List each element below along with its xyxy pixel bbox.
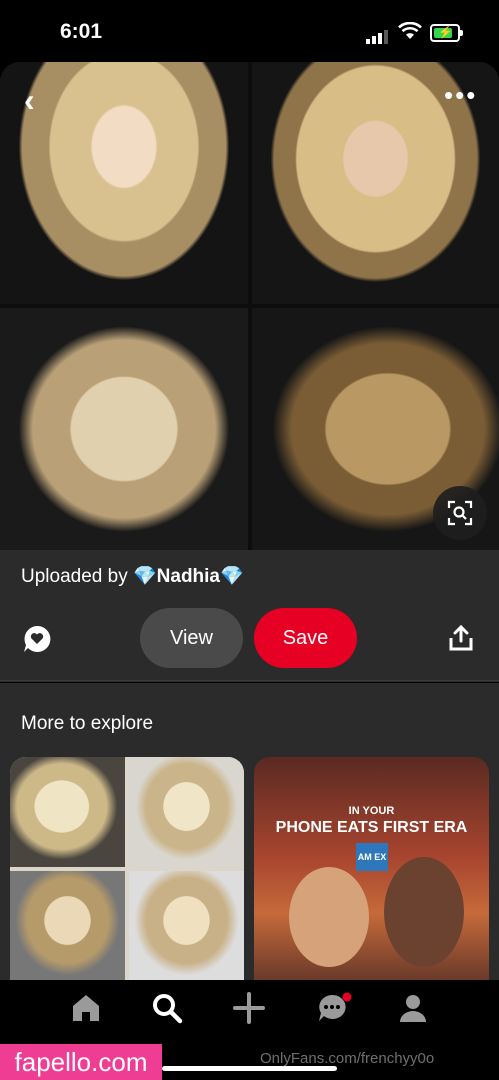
explore-section: More to explore IN YOUR PHONE EATS FIRST… xyxy=(0,683,499,980)
amex-logo: AM EX xyxy=(356,843,388,871)
messages-icon[interactable] xyxy=(316,992,352,1024)
search-icon[interactable] xyxy=(151,992,183,1024)
profile-icon[interactable] xyxy=(397,992,429,1024)
gem-emoji: 💎 xyxy=(132,566,157,587)
cellular-signal-icon xyxy=(366,26,390,44)
status-bar: 6:01 ⚡ xyxy=(0,0,499,62)
uploaded-by-label: Uploaded by xyxy=(21,566,128,587)
watermark-logo: fapello.com xyxy=(0,1044,162,1080)
uploader-name[interactable]: Nadhia xyxy=(157,566,220,587)
explore-pin-hair-collage[interactable] xyxy=(10,757,244,980)
gem-emoji: 💎 xyxy=(220,566,244,587)
explore-title: More to explore xyxy=(21,713,154,734)
hair-photo-3 xyxy=(0,308,248,550)
collage-photo xyxy=(10,757,125,867)
ad-small-text: IN YOUR xyxy=(348,805,395,817)
action-row: View Save xyxy=(0,608,499,672)
notification-dot xyxy=(342,992,352,1002)
save-button[interactable]: Save xyxy=(254,608,357,668)
watermark-text: OnlyFans.com/frenchyy0o xyxy=(260,1050,435,1067)
explore-pin-ad[interactable]: IN YOUR PHONE EATS FIRST ERA AM EX xyxy=(254,757,489,980)
ad-headline: PHONE EATS FIRST ERA xyxy=(275,819,468,836)
ad-person-photo xyxy=(289,867,369,967)
pin-image[interactable]: ‹ ••• xyxy=(0,62,499,550)
pin-card: ‹ ••• Uploaded by 💎Nadhia💎 View Save xyxy=(0,62,499,682)
home-icon[interactable] xyxy=(70,992,102,1024)
back-icon[interactable]: ‹ xyxy=(24,84,35,116)
collage-photo xyxy=(129,757,244,867)
divider xyxy=(0,680,499,681)
view-button[interactable]: View xyxy=(140,608,243,668)
hair-photo-1 xyxy=(0,62,248,304)
share-icon[interactable] xyxy=(448,624,474,652)
collage-photo xyxy=(10,871,125,980)
comment-icon[interactable] xyxy=(22,624,52,654)
uploader-text[interactable]: Uploaded by 💎Nadhia💎 xyxy=(21,564,244,588)
ad-person-photo xyxy=(384,857,464,967)
more-options-icon[interactable]: ••• xyxy=(444,82,477,108)
collage-photo xyxy=(129,871,244,980)
battery-icon: ⚡ xyxy=(430,24,463,42)
add-icon[interactable] xyxy=(233,992,265,1024)
wifi-icon xyxy=(398,22,422,39)
lens-icon xyxy=(447,500,473,526)
visual-search-icon[interactable] xyxy=(433,486,487,540)
status-time: 6:01 xyxy=(60,20,103,43)
